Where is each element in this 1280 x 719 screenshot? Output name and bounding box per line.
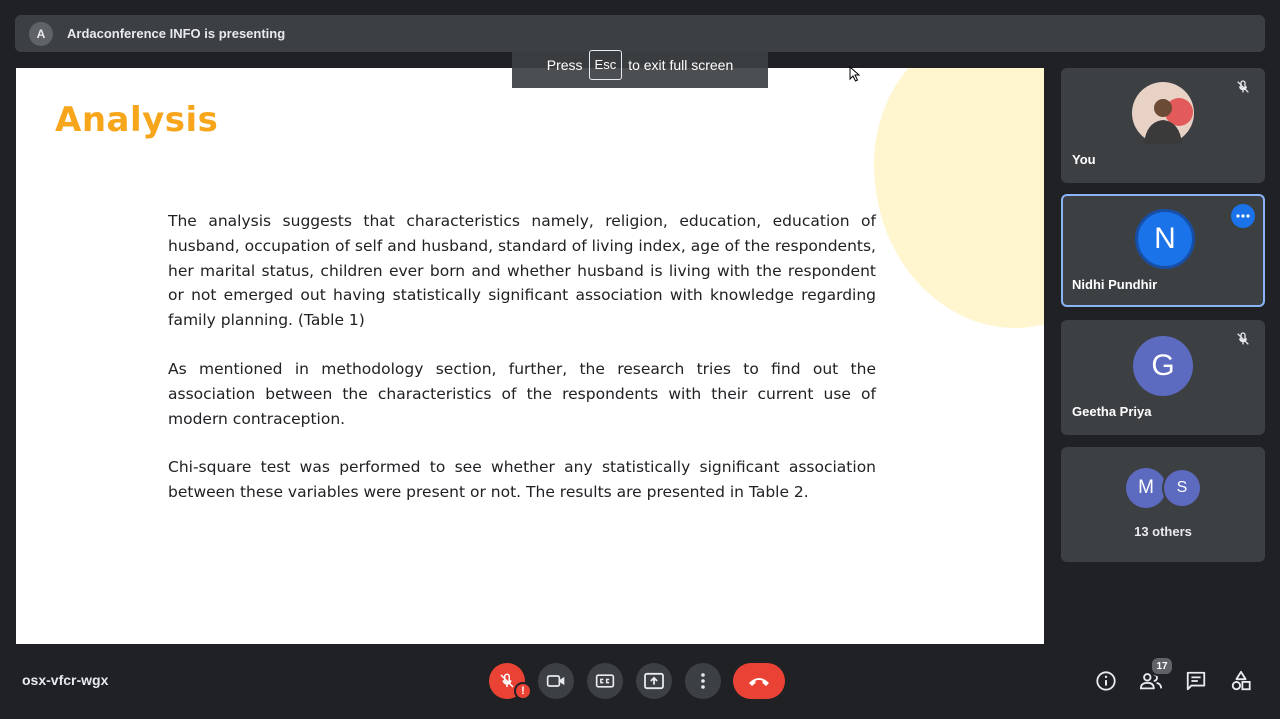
chat-icon xyxy=(1186,671,1206,691)
meeting-code: osx-vfcr-wgx xyxy=(22,672,109,688)
info-icon xyxy=(1096,671,1116,691)
toast-press: Press xyxy=(546,57,583,73)
present-screen-button[interactable] xyxy=(636,663,672,699)
others-avatar: S xyxy=(1162,468,1202,508)
participant-name: You xyxy=(1072,152,1096,167)
esc-key[interactable]: Esc xyxy=(588,50,623,80)
participant-name: Geetha Priya xyxy=(1072,404,1152,419)
meeting-details-button[interactable] xyxy=(1093,668,1119,694)
captions-button[interactable] xyxy=(587,663,623,699)
activities-button[interactable] xyxy=(1228,668,1254,694)
slide-paragraph: Chi-square test was performed to see whe… xyxy=(168,458,876,502)
more-options-button[interactable] xyxy=(1231,204,1255,228)
slide-body: The analysis suggests that characteristi… xyxy=(168,209,876,529)
fullscreen-toast: Press Esc to exit full screen xyxy=(512,42,768,88)
presenter-text: Ardaconference INFO is presenting xyxy=(67,26,286,41)
participant-tile-geetha[interactable]: G Geetha Priya xyxy=(1061,320,1265,435)
participant-tile-others[interactable]: M S 13 others xyxy=(1061,447,1265,562)
participant-tile-nidhi[interactable]: N Nidhi Pundhir xyxy=(1061,194,1265,307)
activities-icon xyxy=(1231,670,1251,691)
slide-paragraph: As mentioned in methodology section, fur… xyxy=(168,359,876,428)
camera-button[interactable] xyxy=(538,663,574,699)
participant-name: Nidhi Pundhir xyxy=(1072,277,1158,292)
captions-icon xyxy=(595,674,615,688)
hang-up-icon xyxy=(749,678,769,686)
presenter-avatar: A xyxy=(29,21,53,46)
present-screen-icon xyxy=(644,672,664,690)
more-options-button[interactable] xyxy=(685,663,721,699)
mic-off-icon xyxy=(500,673,514,688)
mic-off-icon xyxy=(1237,80,1249,93)
mic-alert-badge: ! xyxy=(514,682,532,700)
user-photo-avatar xyxy=(1132,82,1194,144)
participant-avatar: G xyxy=(1133,336,1193,396)
others-avatar: M xyxy=(1126,468,1166,508)
toast-suffix: to exit full screen xyxy=(628,57,734,73)
others-label: 13 others xyxy=(1134,524,1192,539)
more-vertical-icon xyxy=(701,673,705,689)
chat-button[interactable] xyxy=(1183,668,1209,694)
more-horizontal-icon xyxy=(1236,214,1250,218)
slide-paragraph: The analysis suggests that characteristi… xyxy=(168,212,876,330)
slide-title: Analysis xyxy=(55,100,219,140)
mouse-cursor-icon xyxy=(849,66,861,82)
camera-icon xyxy=(546,675,565,687)
participant-tile-you[interactable]: You xyxy=(1061,68,1265,183)
shared-slide: Analysis The analysis suggests that char… xyxy=(16,68,1044,644)
participant-avatar: N xyxy=(1135,209,1195,269)
mic-off-icon xyxy=(1237,332,1249,345)
leave-call-button[interactable] xyxy=(733,663,785,699)
people-count-badge: 17 xyxy=(1150,656,1174,676)
decorative-blob xyxy=(874,68,1044,328)
